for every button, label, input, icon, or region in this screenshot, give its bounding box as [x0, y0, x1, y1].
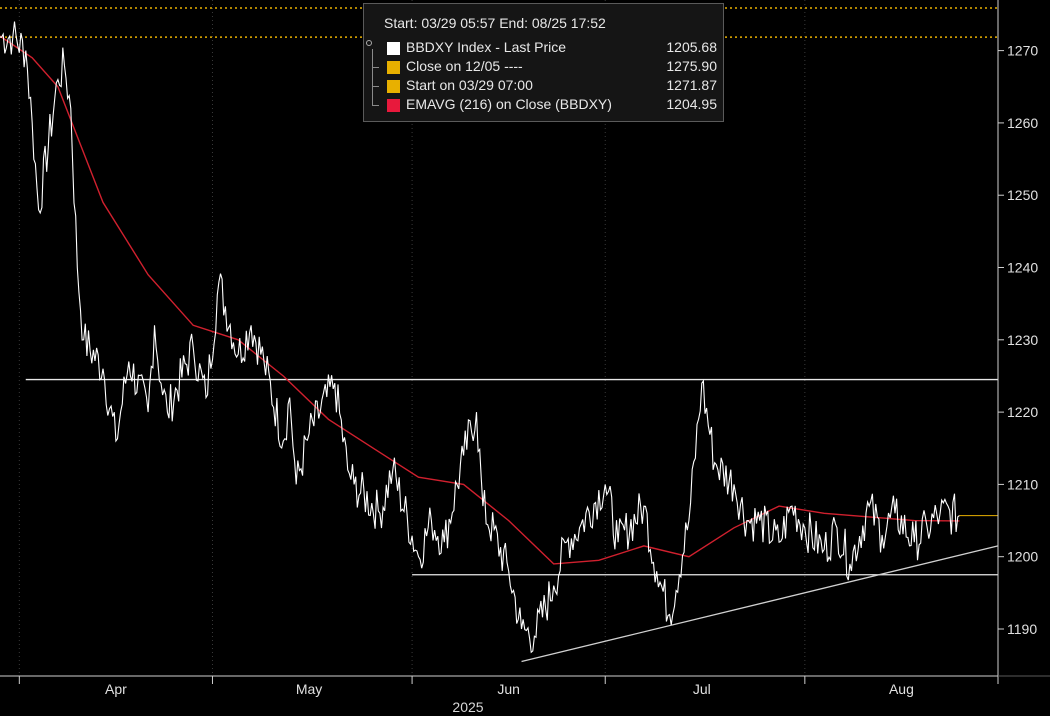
y-tick-label: 1250	[1007, 187, 1038, 203]
y-tick-label: 1230	[1007, 332, 1038, 348]
y-tick-label: 1260	[1007, 115, 1038, 131]
legend-tree-branch	[372, 105, 379, 106]
legend-tree-branch	[372, 67, 379, 68]
x-tick-label: Jul	[693, 681, 711, 697]
legend-color-swatch	[387, 61, 400, 74]
legend-item[interactable]: Close on 12/05 ---- 1275.90	[372, 58, 717, 77]
legend-color-swatch	[387, 42, 400, 55]
legend-item-label: Close on 12/05 ----	[406, 58, 523, 74]
x-tick-label: Apr	[105, 681, 127, 697]
legend-item-value: 1204.95	[666, 96, 717, 112]
legend-color-swatch	[387, 80, 400, 93]
legend-item-label: EMAVG (216) on Close (BBDXY)	[406, 96, 612, 112]
legend-tree-branch	[372, 86, 379, 87]
legend-item-value: 1271.87	[666, 77, 717, 93]
x-tick-label: Jun	[497, 681, 520, 697]
legend-item-label: Start on 03/29 07:00	[406, 77, 533, 93]
y-tick-label: 1210	[1007, 476, 1038, 492]
y-tick-label: 1240	[1007, 260, 1038, 276]
legend-color-swatch	[387, 99, 400, 112]
legend-item[interactable]: Start on 03/29 07:00 1271.87	[372, 77, 717, 96]
x-tick-label: May	[296, 681, 322, 697]
y-tick-label: 1190	[1007, 621, 1037, 637]
chart-legend[interactable]: Start: 03/29 05:57 End: 08/25 17:52 BBDX…	[363, 3, 724, 122]
x-tick-label: Aug	[889, 681, 914, 697]
legend-item-value: 1205.68	[666, 39, 717, 55]
legend-item[interactable]: EMAVG (216) on Close (BBDXY) 1204.95	[372, 96, 717, 115]
legend-item[interactable]: BBDXY Index - Last Price 1205.68	[372, 39, 717, 58]
y-tick-label: 1270	[1007, 43, 1038, 59]
legend-date-range: Start: 03/29 05:57 End: 08/25 17:52	[384, 15, 606, 31]
y-tick-label: 1200	[1007, 549, 1038, 565]
y-tick-label: 1220	[1007, 404, 1038, 420]
legend-item-label: BBDXY Index - Last Price	[406, 39, 567, 55]
legend-item-value: 1275.90	[666, 58, 717, 74]
x-axis-year-label: 2025	[452, 699, 483, 715]
